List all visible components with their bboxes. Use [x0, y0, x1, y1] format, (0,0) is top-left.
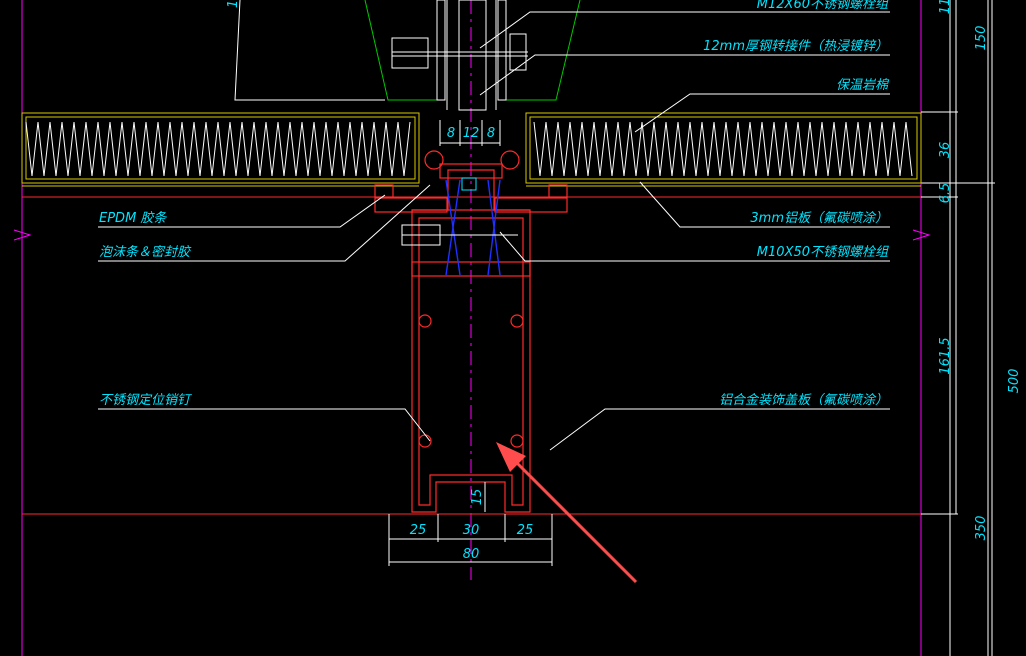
insulation-right: [525, 112, 922, 184]
label-bolt-m10: M10X50不锈钢螺栓组: [757, 245, 889, 260]
dim-36: 36: [938, 142, 953, 159]
label-insulation: 保温岩棉: [836, 78, 890, 93]
dim-cut-left: 1: [226, 0, 241, 8]
dimension-lines: [388, 0, 993, 656]
label-epdm: EPDM 胶条: [99, 211, 167, 226]
label-steel-connector: 12mm厚钢转接件（热浸镀锌）: [703, 38, 888, 54]
dim-8b: 8: [487, 126, 495, 141]
dim-30: 30: [463, 523, 480, 538]
axis-lines: [13, 0, 989, 656]
cad-drawing: M12X60不锈钢螺栓组 12mm厚钢转接件（热浸镀锌） 保温岩棉 EPDM 胶…: [13, 0, 1022, 656]
dim-8a: 8: [447, 126, 455, 141]
dim-cut-right: 11: [938, 0, 953, 14]
dim-15: 15: [470, 489, 485, 506]
dim-150: 150: [974, 26, 989, 51]
dim-161-5: 161.5: [938, 337, 953, 374]
dim-12: 12: [463, 126, 480, 141]
dim-500: 500: [1007, 369, 1022, 394]
dim-350: 350: [974, 516, 989, 541]
dim-25a: 25: [410, 523, 427, 538]
label-foam: 泡沫条＆密封胶: [99, 244, 192, 260]
dimension-text: 8 12 8 150 36 6.5 161.5 350 500 1 11 25 …: [226, 0, 1022, 562]
dim-80: 80: [463, 547, 480, 562]
dim-25b: 25: [517, 523, 534, 538]
dim-6-5: 6.5: [938, 183, 953, 204]
label-bolt-top: M12X60不锈钢螺栓组: [757, 0, 889, 12]
label-alu-panel: 3mm铝板（氟碳喷涂）: [750, 210, 888, 226]
label-locating-pin: 不锈钢定位销钉: [99, 392, 192, 408]
insulation-left: [21, 112, 420, 184]
label-cover-plate: 铝合金装饰盖板（氟碳喷涂）: [719, 392, 888, 408]
